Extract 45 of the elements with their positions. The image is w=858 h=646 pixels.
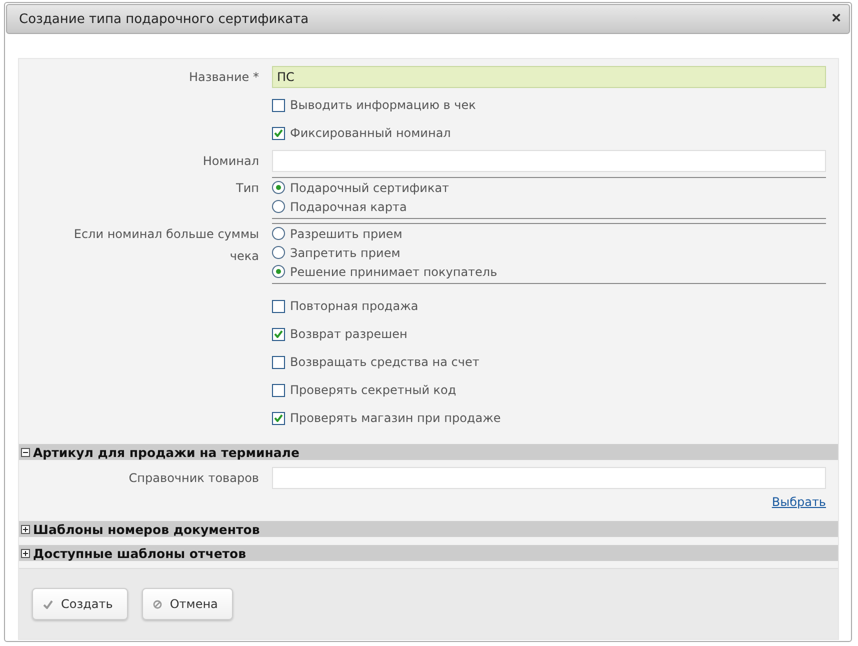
- checkbox[interactable]: [272, 356, 285, 368]
- field-label: Номинал: [202, 153, 259, 170]
- checkbox-label: Возврат разрешен: [290, 327, 408, 341]
- section-header[interactable]: Доступные шаблоны отчетов: [19, 545, 838, 561]
- field-label: Если номинал больше суммы чека: [72, 226, 259, 265]
- radio-label: Решение принимает покупатель: [290, 264, 498, 278]
- section-header[interactable]: Артикул для продажи на терминале: [19, 444, 838, 460]
- text-field[interactable]: [272, 150, 826, 172]
- checkbox[interactable]: [272, 126, 285, 140]
- radio-label: Запретить прием: [290, 246, 400, 260]
- close-button[interactable]: ×: [832, 10, 841, 28]
- collapse-icon[interactable]: [21, 448, 30, 456]
- radio-label: Подарочный сертификат: [290, 180, 450, 194]
- create-button[interactable]: Создать: [32, 588, 128, 620]
- cancel-button[interactable]: Отмена: [142, 588, 233, 620]
- check-icon: [43, 600, 53, 608]
- checkbox-label: Проверять секретный код: [290, 383, 456, 397]
- field-label: Тип: [236, 180, 259, 197]
- radio-label: Разрешить прием: [290, 226, 402, 240]
- window-title: Создание типа подарочного сертификата: [19, 12, 309, 26]
- radio-button[interactable]: [272, 181, 285, 194]
- checkbox-label: Выводить информацию в чек: [290, 98, 476, 112]
- radio-button[interactable]: [272, 227, 285, 240]
- checkbox-label: Повторная продажа: [290, 299, 418, 313]
- radio-button[interactable]: [272, 200, 285, 213]
- radio-button[interactable]: [272, 246, 285, 259]
- text-field[interactable]: [272, 467, 826, 489]
- cancel-icon: [152, 600, 162, 608]
- checkbox[interactable]: [272, 384, 285, 396]
- radio-label: Подарочная карта: [290, 200, 407, 214]
- expand-icon[interactable]: [21, 524, 30, 534]
- section-header[interactable]: Шаблоны номеров документов: [19, 521, 838, 537]
- field-label: Справочник товаров: [128, 470, 259, 487]
- checkbox-label: Возвращать средства на счет: [290, 355, 480, 369]
- radio-button[interactable]: [272, 265, 285, 278]
- checkbox[interactable]: [272, 98, 285, 112]
- checkbox[interactable]: [272, 412, 285, 424]
- checkbox-label: Фиксированный номинал: [290, 126, 451, 140]
- field-label: Название *: [188, 69, 259, 86]
- expand-icon[interactable]: [21, 548, 30, 558]
- select-link[interactable]: Выбрать: [772, 495, 826, 509]
- checkbox[interactable]: [272, 300, 285, 312]
- checkbox[interactable]: [272, 328, 285, 340]
- checkbox-label: Проверять магазин при продаже: [290, 411, 501, 425]
- text-field[interactable]: ПС: [272, 66, 826, 88]
